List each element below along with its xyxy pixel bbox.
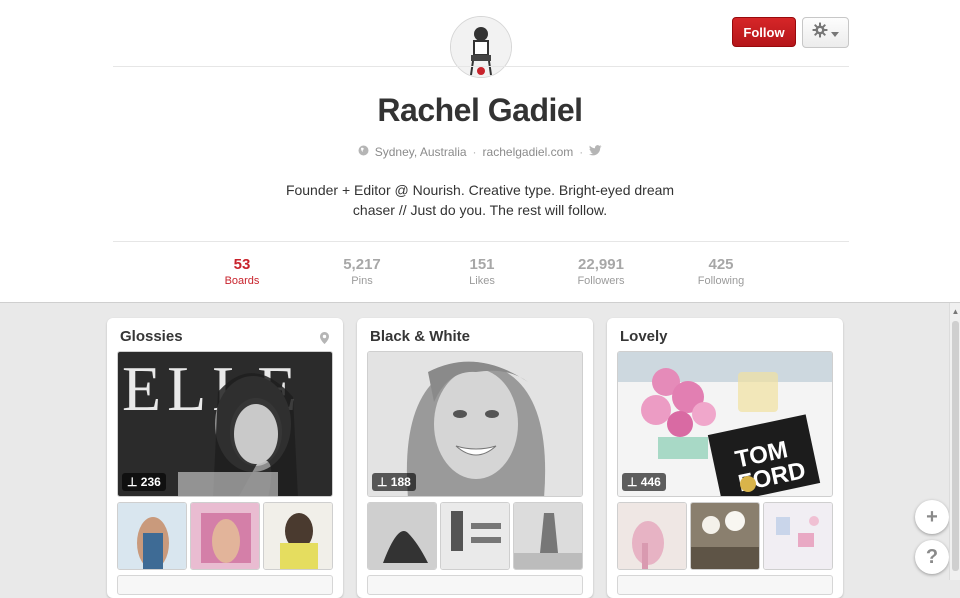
stat-number: 151 [469,256,495,273]
stat-number: 53 [233,256,251,273]
divider [113,241,849,242]
map-pin-icon [320,331,329,349]
chevron-down-icon [831,24,839,42]
bio-line: chaser // Just do you. The rest will fol… [352,202,608,218]
bio-line: Founder + Editor @ Nourish. Creative typ… [285,182,675,198]
board-thumb[interactable] [263,502,333,570]
pin-count: 236 [140,475,161,489]
add-pin-button[interactable]: + [915,500,949,534]
stat-number: 22,991 [578,256,624,273]
plus-icon: + [926,506,938,528]
help-button[interactable]: ? [915,540,949,574]
gear-icon [812,22,828,43]
stat-followers[interactable]: 22,991 Followers [556,256,646,287]
question-mark-icon: ? [925,546,939,568]
scroll-thumb[interactable] [952,321,959,571]
stat-following[interactable]: 425 Following [676,256,766,287]
stat-number: 5,217 [343,256,381,273]
pin-icon: ⊥ [377,475,388,489]
board-card[interactable]: Glossies ELLE ⊥ 236 [107,318,343,598]
board-cover-image[interactable]: ELLE ⊥ 236 [117,351,333,497]
board-card[interactable]: Lovely TOM FORD ⊥ 446 [607,318,843,598]
board-thumb[interactable] [690,502,760,570]
avatar[interactable] [450,16,512,78]
board-card[interactable]: Black & White ⊥ 188 [357,318,593,598]
separator-dot: · [579,145,584,159]
stat-boards[interactable]: 53 Boards [197,256,287,287]
stat-label: Followers [577,275,625,287]
pin-count-badge: ⊥ 236 [122,473,166,491]
board-thumb[interactable] [513,502,583,570]
globe-icon [358,145,369,159]
board-title[interactable]: Black & White [370,328,470,345]
board-cover-image[interactable]: TOM FORD ⊥ 446 [617,351,833,497]
stat-likes[interactable]: 151 Likes [437,256,527,287]
board-thumb[interactable] [763,502,833,570]
settings-button[interactable] [802,17,849,48]
scroll-up-arrow-icon[interactable]: ▲ [950,307,960,317]
stat-label: Likes [469,275,495,287]
profile-bio: Founder + Editor @ Nourish. Creative typ… [270,180,690,220]
location-text: Sydney, Australia [374,145,467,159]
stat-label: Boards [224,275,260,287]
separator-dot: · [472,145,477,159]
website-link[interactable]: rachelgadiel.com [483,145,574,159]
board-thumb[interactable] [440,502,510,570]
pin-count: 188 [390,475,411,489]
scrollbar[interactable]: ▲ [949,303,960,580]
pin-count-badge: ⊥ 188 [372,473,416,491]
pin-count: 446 [640,475,661,489]
stat-label: Following [697,275,745,287]
board-thumb[interactable] [117,502,187,570]
twitter-icon[interactable] [589,145,602,159]
profile-name: Rachel Gadiel [377,92,583,128]
profile-meta: Sydney, Australia · rachelgadiel.com · [0,145,960,159]
stat-label: Pins [351,275,373,287]
board-thumb[interactable] [190,502,260,570]
profile-header: Follow Rachel Gadiel Sydney, Australia ·… [0,0,960,303]
pin-icon: ⊥ [127,475,138,489]
pin-count-badge: ⊥ 446 [622,473,666,491]
board-title[interactable]: Glossies [120,328,183,345]
board-title[interactable]: Lovely [620,328,668,345]
board-thumb[interactable] [367,502,437,570]
pin-icon: ⊥ [627,475,638,489]
stat-number: 425 [708,256,734,273]
follow-board-bar[interactable] [367,575,583,595]
board-cover-image[interactable]: ⊥ 188 [367,351,583,497]
follow-button[interactable]: Follow [732,17,796,47]
board-thumb[interactable] [617,502,687,570]
follow-board-bar[interactable] [617,575,833,595]
divider [113,66,849,67]
follow-board-bar[interactable] [117,575,333,595]
stat-pins[interactable]: 5,217 Pins [317,256,407,287]
